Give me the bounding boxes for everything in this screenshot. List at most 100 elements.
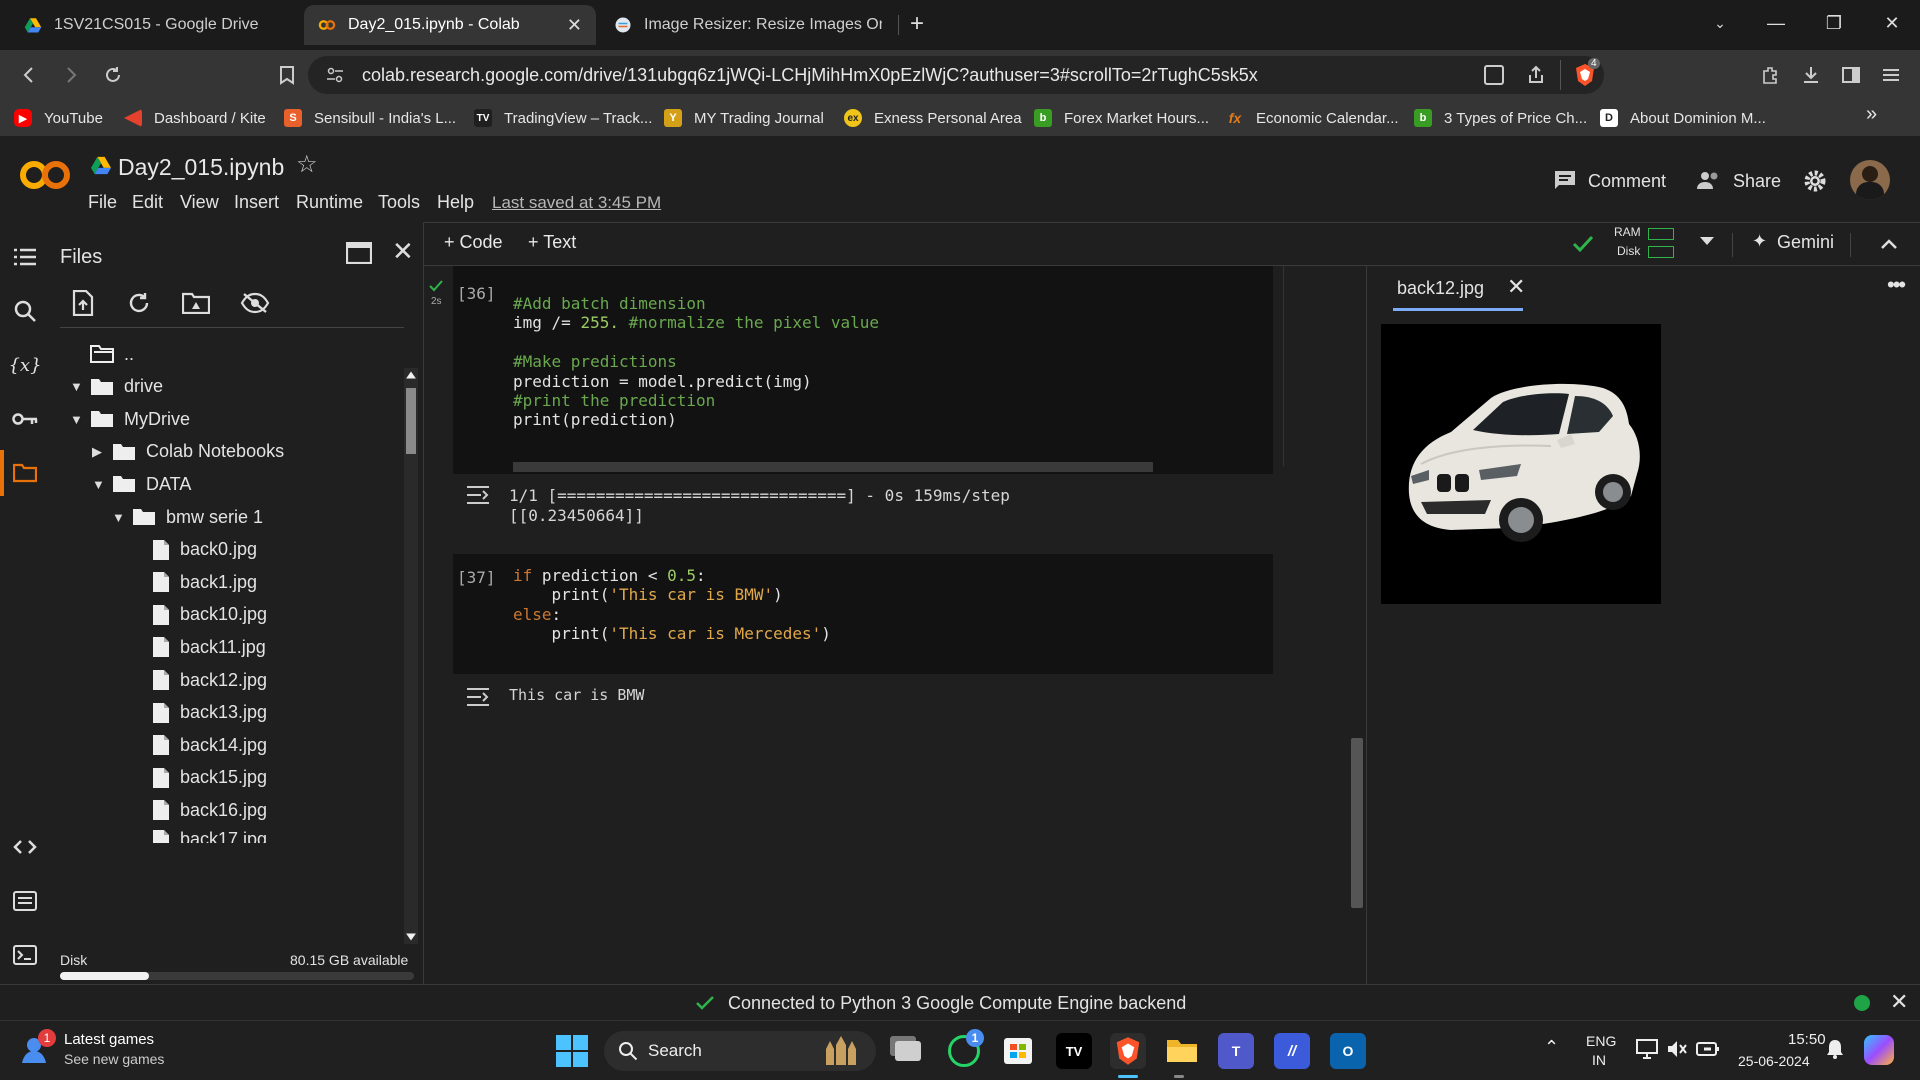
show-hidden-icons[interactable]: ⌃ [1544,1037,1559,1058]
clock-time[interactable]: 15:50 [1788,1031,1826,1048]
widget-subtitle[interactable]: See new games [64,1051,164,1067]
upload-file-icon[interactable] [72,290,94,316]
close-tab-icon[interactable]: ✕ [567,15,582,36]
table-of-contents-icon[interactable] [10,242,40,272]
exec-count[interactable]: [37] [457,568,496,587]
widgets-button[interactable]: 1 [20,1029,68,1073]
file-row[interactable]: back13.jpg [132,699,267,727]
new-tab-button[interactable]: + [910,10,924,38]
cell-horizontal-scrollbar[interactable] [513,462,1153,472]
connection-status-text[interactable]: Connected to Python 3 Google Compute Eng… [728,993,1186,1014]
battery-icon[interactable] [1696,1041,1720,1057]
language-bottom[interactable]: IN [1592,1052,1606,1068]
star-icon[interactable]: ☆ [296,150,318,179]
hide-files-icon[interactable] [240,292,270,314]
outlook-icon[interactable]: O [1330,1033,1366,1069]
menu-help[interactable]: Help [437,192,474,213]
add-text-cell-button[interactable]: + Text [528,232,576,253]
bookmark-forex-hours[interactable]: b Forex Market Hours... [1034,108,1209,128]
output-toggle-icon[interactable] [465,484,491,506]
file-explorer-icon[interactable] [1164,1033,1200,1069]
command-palette-icon[interactable] [10,886,40,916]
back-icon[interactable] [14,60,44,90]
secrets-key-icon[interactable] [10,404,40,434]
address-bar[interactable]: colab.research.google.com/drive/131ubgq6… [308,56,1604,94]
reader-mode-icon[interactable] [1484,65,1504,85]
notebook-title[interactable]: Day2_015.ipynb [118,154,284,181]
notebook-scrollbar-thumb[interactable] [1351,738,1363,908]
user-avatar[interactable] [1850,160,1890,200]
folder-row[interactable]: ▼ MyDrive [70,405,190,433]
language-top[interactable]: ENG [1586,1033,1616,1049]
gemini-button[interactable]: Gemini [1777,232,1834,253]
folder-row[interactable]: ▼ drive [70,373,163,401]
file-row[interactable]: back17.jpg [132,829,267,843]
scroll-down-icon[interactable] [406,933,416,941]
tab-search-icon[interactable]: ⌄ [1692,0,1748,46]
copilot-icon[interactable] [1864,1035,1894,1065]
last-saved-link[interactable]: Last saved at 3:45 PM [492,193,661,213]
bookmark-icon[interactable] [272,60,302,90]
network-icon[interactable] [1636,1039,1658,1059]
tab-colab[interactable]: Day2_015.ipynb - Colab ✕ [304,5,596,45]
bookmark-sensibull[interactable]: S Sensibull - India's L... [284,108,456,128]
folder-row[interactable]: ▼ bmw serie 1 [112,503,263,531]
disk-meter[interactable] [1648,246,1674,258]
bookmark-kite[interactable]: Dashboard / Kite [124,108,266,128]
taskbar-search-box[interactable]: Search [604,1031,876,1071]
viewer-tab-label[interactable]: back12.jpg [1397,278,1484,299]
file-row[interactable]: back12.jpg [132,666,267,694]
collapse-icon[interactable]: ▼ [112,510,132,525]
file-row[interactable]: back15.jpg [132,764,267,792]
extensions-icon[interactable] [1756,60,1786,90]
tradingview-app-icon[interactable]: TV [1056,1033,1092,1069]
volume-muted-icon[interactable] [1666,1039,1688,1059]
code-cell-37[interactable]: if prediction < 0.5: print('This car is … [453,554,1273,674]
restore-icon[interactable]: ❐ [1806,0,1862,46]
close-viewer-tab-icon[interactable]: ✕ [1507,274,1525,300]
more-options-icon[interactable]: ••• [1887,272,1906,298]
mount-drive-icon[interactable] [182,292,210,314]
notification-bell-icon[interactable] [1826,1039,1844,1059]
files-folder-icon[interactable] [10,458,40,488]
menu-edit[interactable]: Edit [132,192,163,213]
file-row[interactable]: back10.jpg [132,601,267,629]
bookmark-price-charts[interactable]: b 3 Types of Price Ch... [1414,108,1587,128]
bookmark-dominion[interactable]: D About Dominion M... [1600,108,1766,128]
terminal-icon[interactable] [10,940,40,970]
code-cell-36[interactable]: #Add batch dimension img /= 255. #normali… [453,266,1284,474]
browser-menu-icon[interactable] [1876,60,1906,90]
menu-runtime[interactable]: Runtime [296,192,363,213]
tab-image-resizer[interactable]: Image Resizer: Resize Images Online [600,5,896,45]
microsoft-store-icon[interactable] [1000,1033,1036,1069]
file-row[interactable]: back14.jpg [132,731,267,759]
reload-icon[interactable] [98,60,128,90]
file-row[interactable]: back1.jpg [132,568,257,596]
close-window-icon[interactable]: ✕ [1864,0,1920,46]
collapse-header-icon[interactable] [1880,237,1898,251]
menu-insert[interactable]: Insert [234,192,279,213]
file-row[interactable]: back0.jpg [132,536,257,564]
tab-google-drive[interactable]: 1SV21CS015 - Google Drive [10,5,300,45]
open-in-tab-icon[interactable] [346,242,372,264]
colab-logo-icon[interactable] [18,158,72,192]
output-toggle-icon[interactable] [465,686,491,708]
bookmark-youtube[interactable]: ▶ YouTube [14,108,103,128]
bookmark-exness[interactable]: ex Exness Personal Area [844,108,1022,128]
download-icon[interactable] [1796,60,1826,90]
expand-icon[interactable]: ▶ [92,444,112,460]
ram-meter[interactable] [1648,228,1674,240]
forward-icon[interactable] [56,60,86,90]
teams-icon[interactable]: T [1218,1033,1254,1069]
files-scrollbar-thumb[interactable] [406,388,416,454]
file-row[interactable]: back11.jpg [132,633,266,661]
resources-dropdown-icon[interactable] [1700,237,1714,245]
add-code-cell-button[interactable]: + Code [444,232,503,253]
folder-row[interactable]: .. [70,340,134,368]
collapse-icon[interactable]: ▼ [70,379,90,394]
menu-tools[interactable]: Tools [378,192,420,213]
minimize-icon[interactable]: — [1748,0,1804,46]
files-scrollbar-track[interactable] [404,368,418,944]
variables-icon[interactable]: {x} [8,350,41,380]
comment-icon[interactable] [1554,170,1576,190]
